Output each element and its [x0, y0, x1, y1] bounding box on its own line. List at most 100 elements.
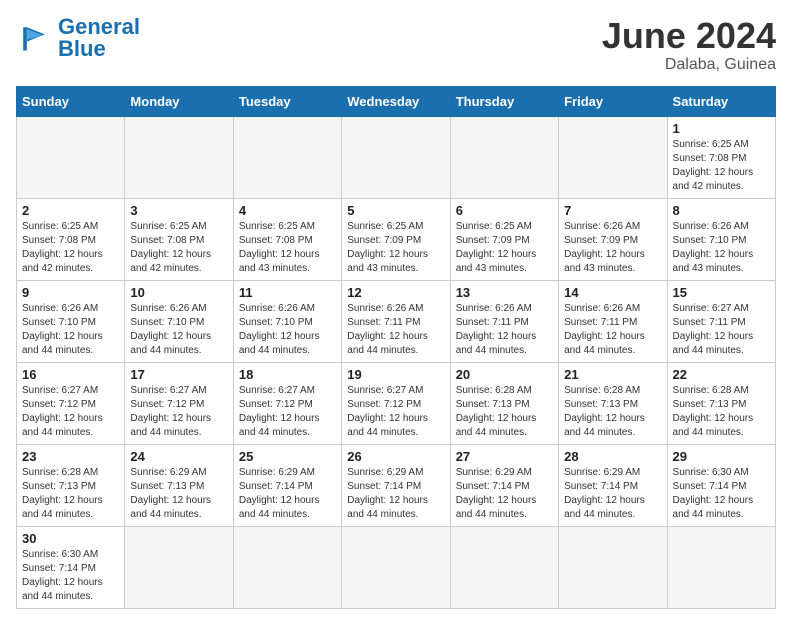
day-number: 17: [130, 367, 227, 382]
day-number: 7: [564, 203, 661, 218]
day-number: 20: [456, 367, 553, 382]
calendar-day: [559, 116, 667, 198]
header: General Blue June 2024 Dalaba, Guinea: [16, 16, 776, 74]
calendar-day: 25 Sunrise: 6:29 AM Sunset: 7:14 PM Dayli…: [233, 444, 341, 526]
logo-blue: Blue: [58, 36, 106, 61]
day-number: 19: [347, 367, 444, 382]
day-info: Sunrise: 6:26 AM Sunset: 7:10 PM Dayligh…: [130, 302, 227, 358]
calendar-day: 16 Sunrise: 6:27 AM Sunset: 7:12 PM Dayli…: [17, 362, 125, 444]
calendar-day: 9 Sunrise: 6:26 AM Sunset: 7:10 PM Daylig…: [17, 280, 125, 362]
weekday-header-friday: Friday: [559, 86, 667, 116]
calendar-day: 21Sunrise: 6:28 AM Sunset: 7:13 PM Dayli…: [559, 362, 667, 444]
day-number: 4: [239, 203, 336, 218]
day-number: 3: [130, 203, 227, 218]
calendar-header: SundayMondayTuesdayWednesdayThursdayFrid…: [17, 86, 776, 116]
day-info: Sunrise: 6:30 AM Sunset: 7:14 PM Dayligh…: [673, 466, 770, 522]
day-number: 8: [673, 203, 770, 218]
day-info: Sunrise: 6:25 AM Sunset: 7:08 PM Dayligh…: [130, 220, 227, 276]
calendar-day: 23Sunrise: 6:28 AM Sunset: 7:13 PM Dayli…: [17, 444, 125, 526]
calendar-day: [17, 116, 125, 198]
day-info: Sunrise: 6:27 AM Sunset: 7:12 PM Dayligh…: [22, 384, 119, 440]
calendar-day: 10Sunrise: 6:26 AM Sunset: 7:10 PM Dayli…: [125, 280, 233, 362]
day-info: Sunrise: 6:29 AM Sunset: 7:13 PM Dayligh…: [130, 466, 227, 522]
calendar-day: [125, 526, 233, 608]
calendar-week-row: 23Sunrise: 6:28 AM Sunset: 7:13 PM Dayli…: [17, 444, 776, 526]
day-number: 6: [456, 203, 553, 218]
day-info: Sunrise: 6:25 AM Sunset: 7:09 PM Dayligh…: [347, 220, 444, 276]
day-number: 22: [673, 367, 770, 382]
calendar-day: 28 Sunrise: 6:29 AM Sunset: 7:14 PM Dayli…: [559, 444, 667, 526]
day-info: Sunrise: 6:27 AM Sunset: 7:12 PM Dayligh…: [130, 384, 227, 440]
calendar-day: 1Sunrise: 6:25 AM Sunset: 7:08 PM Daylig…: [667, 116, 775, 198]
calendar-day: [233, 526, 341, 608]
calendar-day: 15Sunrise: 6:27 AM Sunset: 7:11 PM Dayli…: [667, 280, 775, 362]
title-block: June 2024 Dalaba, Guinea: [602, 16, 776, 74]
calendar-day: 20Sunrise: 6:28 AM Sunset: 7:13 PM Dayli…: [450, 362, 558, 444]
logo: General Blue: [16, 16, 140, 60]
calendar-day: 5 Sunrise: 6:25 AM Sunset: 7:09 PM Daylig…: [342, 198, 450, 280]
weekday-header-thursday: Thursday: [450, 86, 558, 116]
calendar-week-row: 2Sunrise: 6:25 AM Sunset: 7:08 PM Daylig…: [17, 198, 776, 280]
weekday-header-row: SundayMondayTuesdayWednesdayThursdayFrid…: [17, 86, 776, 116]
day-info: Sunrise: 6:26 AM Sunset: 7:11 PM Dayligh…: [347, 302, 444, 358]
day-number: 29: [673, 449, 770, 464]
calendar-week-row: 16 Sunrise: 6:27 AM Sunset: 7:12 PM Dayli…: [17, 362, 776, 444]
calendar-day: 4 Sunrise: 6:25 AM Sunset: 7:08 PM Daylig…: [233, 198, 341, 280]
day-info: Sunrise: 6:25 AM Sunset: 7:08 PM Dayligh…: [673, 138, 770, 194]
day-info: Sunrise: 6:26 AM Sunset: 7:10 PM Dayligh…: [239, 302, 336, 358]
day-number: 24: [130, 449, 227, 464]
day-info: Sunrise: 6:29 AM Sunset: 7:14 PM Dayligh…: [239, 466, 336, 522]
day-info: Sunrise: 6:26 AM Sunset: 7:10 PM Dayligh…: [22, 302, 119, 358]
day-number: 26: [347, 449, 444, 464]
day-number: 16: [22, 367, 119, 382]
calendar-day: 26Sunrise: 6:29 AM Sunset: 7:14 PM Dayli…: [342, 444, 450, 526]
day-number: 5: [347, 203, 444, 218]
day-number: 12: [347, 285, 444, 300]
calendar-day: [342, 116, 450, 198]
calendar-day: [450, 116, 558, 198]
page: General Blue June 2024 Dalaba, Guinea Su…: [0, 0, 792, 625]
day-info: Sunrise: 6:27 AM Sunset: 7:12 PM Dayligh…: [347, 384, 444, 440]
calendar-day: 8 Sunrise: 6:26 AM Sunset: 7:10 PM Daylig…: [667, 198, 775, 280]
day-info: Sunrise: 6:29 AM Sunset: 7:14 PM Dayligh…: [456, 466, 553, 522]
day-info: Sunrise: 6:27 AM Sunset: 7:12 PM Dayligh…: [239, 384, 336, 440]
weekday-header-sunday: Sunday: [17, 86, 125, 116]
calendar-day: 13Sunrise: 6:26 AM Sunset: 7:11 PM Dayli…: [450, 280, 558, 362]
day-number: 23: [22, 449, 119, 464]
weekday-header-monday: Monday: [125, 86, 233, 116]
day-number: 28: [564, 449, 661, 464]
day-number: 25: [239, 449, 336, 464]
day-number: 27: [456, 449, 553, 464]
calendar-week-row: 30Sunrise: 6:30 AM Sunset: 7:14 PM Dayli…: [17, 526, 776, 608]
calendar-week-row: 9 Sunrise: 6:26 AM Sunset: 7:10 PM Daylig…: [17, 280, 776, 362]
calendar-day: 12 Sunrise: 6:26 AM Sunset: 7:11 PM Dayli…: [342, 280, 450, 362]
calendar-day: 6Sunrise: 6:25 AM Sunset: 7:09 PM Daylig…: [450, 198, 558, 280]
calendar-day: [450, 526, 558, 608]
day-info: Sunrise: 6:25 AM Sunset: 7:08 PM Dayligh…: [239, 220, 336, 276]
day-number: 11: [239, 285, 336, 300]
day-info: Sunrise: 6:29 AM Sunset: 7:14 PM Dayligh…: [564, 466, 661, 522]
calendar-day: 7 Sunrise: 6:26 AM Sunset: 7:09 PM Daylig…: [559, 198, 667, 280]
day-info: Sunrise: 6:26 AM Sunset: 7:09 PM Dayligh…: [564, 220, 661, 276]
calendar-day: 18Sunrise: 6:27 AM Sunset: 7:12 PM Dayli…: [233, 362, 341, 444]
calendar-day: [667, 526, 775, 608]
weekday-header-saturday: Saturday: [667, 86, 775, 116]
logo-text: General Blue: [58, 16, 140, 60]
day-number: 14: [564, 285, 661, 300]
calendar-body: 1Sunrise: 6:25 AM Sunset: 7:08 PM Daylig…: [17, 116, 776, 608]
calendar-day: 14Sunrise: 6:26 AM Sunset: 7:11 PM Dayli…: [559, 280, 667, 362]
calendar-day: 24 Sunrise: 6:29 AM Sunset: 7:13 PM Dayli…: [125, 444, 233, 526]
calendar-day: 17 Sunrise: 6:27 AM Sunset: 7:12 PM Dayli…: [125, 362, 233, 444]
calendar-day: 11 Sunrise: 6:26 AM Sunset: 7:10 PM Dayli…: [233, 280, 341, 362]
generalblue-logo-icon: [16, 20, 52, 56]
day-number: 21: [564, 367, 661, 382]
calendar-day: [125, 116, 233, 198]
day-info: Sunrise: 6:26 AM Sunset: 7:10 PM Dayligh…: [673, 220, 770, 276]
calendar-table: SundayMondayTuesdayWednesdayThursdayFrid…: [16, 86, 776, 609]
day-number: 30: [22, 531, 119, 546]
calendar-day: [233, 116, 341, 198]
weekday-header-wednesday: Wednesday: [342, 86, 450, 116]
day-number: 15: [673, 285, 770, 300]
calendar-day: 27 Sunrise: 6:29 AM Sunset: 7:14 PM Dayli…: [450, 444, 558, 526]
day-number: 9: [22, 285, 119, 300]
